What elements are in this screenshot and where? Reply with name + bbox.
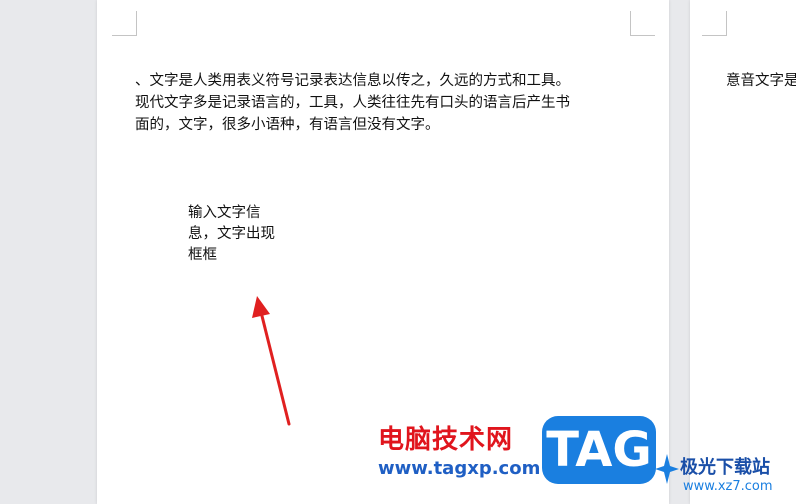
document-canvas: 、文字是人类用表义符号记录表达信息以传之，久远的方式和工具。 现代文字多是记录语…	[0, 0, 796, 504]
sparkle-icon	[655, 454, 679, 484]
watermark-second-site-name: 极光下载站	[680, 457, 770, 478]
watermark-site-url: www.tagxp.com	[378, 458, 541, 479]
watermark-second-site-url: www.xz7.com	[683, 479, 773, 494]
watermark-site-name: 电脑技术网	[378, 425, 514, 455]
tag-logo: TAG	[542, 416, 656, 484]
